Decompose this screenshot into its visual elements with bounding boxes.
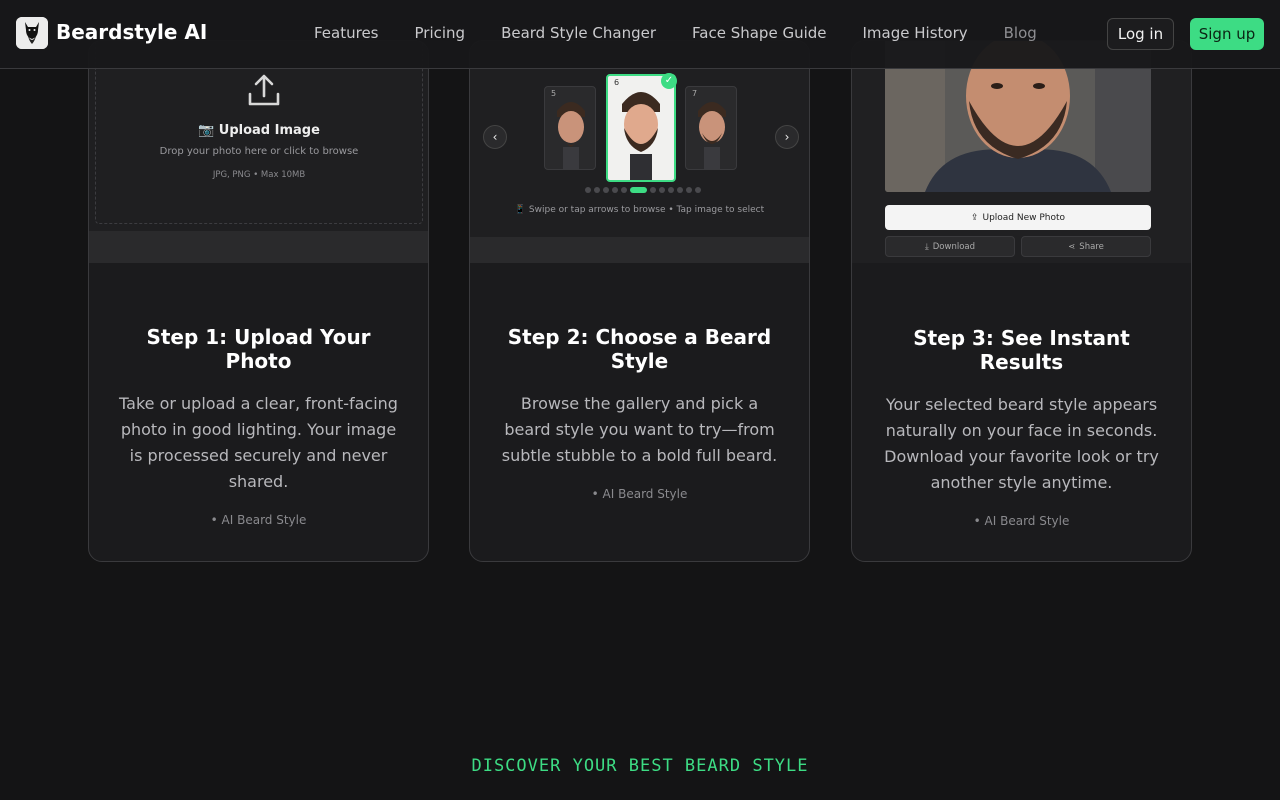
carousel-dot[interactable] (668, 187, 674, 193)
step-2-text: Browse the gallery and pick a beard styl… (501, 394, 778, 465)
carousel-dot[interactable] (686, 187, 692, 193)
step-3-tag: • AI Beard Style (973, 514, 1070, 528)
thumb-number: 6 (614, 78, 620, 87)
carousel-next-icon[interactable]: › (775, 125, 799, 149)
thumb-number: 7 (692, 89, 698, 98)
upload-formats: JPG, PNG • Max 10MB (212, 170, 306, 180)
nav-blog[interactable]: Blog (1004, 24, 1037, 42)
step-3-title: Step 3: See Instant Results (913, 326, 1130, 374)
step-card-upload: 📷 Upload Image Drop your photo here or c… (88, 40, 429, 562)
style-carousel: ‹ 5 6 ✓ 7 › 📱 Swipe or tap arrows to bro… (470, 41, 809, 263)
upload-subtitle: Drop your photo here or click to browse (159, 146, 359, 157)
download-button[interactable]: ⤓ Download (885, 236, 1015, 257)
step-3-body: Step 3: See Instant Results Your selecte… (852, 326, 1191, 528)
login-button[interactable]: Log in (1107, 18, 1174, 50)
beard-face-icon (698, 102, 726, 169)
download-label: Download (932, 241, 976, 252)
brand-name[interactable]: Beardstyle AI (56, 20, 207, 44)
step-2-title: Step 2: Choose a Beard Style (507, 325, 772, 373)
upload-icon: ⇪ (970, 212, 979, 223)
carousel-dot[interactable] (677, 187, 683, 193)
style-thumb-7[interactable]: 7 (685, 86, 737, 170)
share-icon: ⋖ (1068, 241, 1076, 252)
carousel-dot-active[interactable] (630, 187, 647, 193)
beard-face-icon (622, 92, 660, 180)
carousel-prev-icon[interactable]: ‹ (483, 125, 507, 149)
result-preview: ⇪ Upload New Photo ⤓ Download ⋖ Share (852, 41, 1191, 263)
carousel-dot[interactable] (612, 187, 618, 193)
preview-footer (470, 237, 809, 263)
carousel-hint: 📱 Swipe or tap arrows to browse • Tap im… (514, 205, 765, 215)
step-1-body: Step 1: Upload Your Photo Take or upload… (89, 325, 428, 527)
step-1-tag: • AI Beard Style (210, 513, 307, 527)
step-1-title: Step 1: Upload Your Photo (146, 325, 371, 373)
carousel-dot[interactable] (621, 187, 627, 193)
carousel-dot[interactable] (659, 187, 665, 193)
nav-face-shape-guide[interactable]: Face Shape Guide (692, 24, 826, 42)
main-nav: Features Pricing Beard Style Changer Fac… (314, 24, 1037, 42)
signup-button[interactable]: Sign up (1190, 18, 1264, 50)
selected-check-icon: ✓ (661, 73, 677, 89)
site-header: Beardstyle AI Features Pricing Beard Sty… (0, 0, 1280, 69)
carousel-dot[interactable] (603, 187, 609, 193)
nav-beard-style-changer[interactable]: Beard Style Changer (501, 24, 656, 42)
upload-new-label: Upload New Photo (982, 212, 1066, 223)
step-2-body: Step 2: Choose a Beard Style Browse the … (470, 325, 809, 501)
carousel-dots (585, 187, 701, 193)
carousel-dot[interactable] (594, 187, 600, 193)
discover-heading: DISCOVER YOUR BEST BEARD STYLE (471, 756, 809, 776)
download-icon: ⤓ (924, 241, 929, 252)
beard-face-icon (557, 102, 585, 169)
upload-icon (248, 74, 280, 106)
upload-new-photo-button[interactable]: ⇪ Upload New Photo (885, 205, 1151, 230)
step-3-text: Your selected beard style appears natura… (884, 395, 1159, 492)
share-button[interactable]: ⋖ Share (1021, 236, 1151, 257)
nav-image-history[interactable]: Image History (863, 24, 968, 42)
nav-features[interactable]: Features (314, 24, 379, 42)
carousel-dot[interactable] (650, 187, 656, 193)
style-thumb-6-selected[interactable]: 6 (606, 74, 676, 182)
carousel-dot[interactable] (695, 187, 701, 193)
preview-footer (89, 231, 428, 263)
share-label: Share (1079, 241, 1104, 252)
upload-preview: 📷 Upload Image Drop your photo here or c… (89, 41, 428, 263)
carousel-dot[interactable] (585, 187, 591, 193)
step-card-choose: ‹ 5 6 ✓ 7 › 📱 Swipe or tap arrows to bro… (469, 40, 810, 562)
step-1-text: Take or upload a clear, front-facing pho… (119, 394, 398, 491)
logo-icon[interactable] (16, 17, 48, 49)
step-card-results: ⇪ Upload New Photo ⤓ Download ⋖ Share St… (851, 40, 1192, 562)
step-2-tag: • AI Beard Style (591, 487, 688, 501)
upload-title: 📷 Upload Image (198, 123, 320, 138)
style-thumb-5[interactable]: 5 (544, 86, 596, 170)
nav-pricing[interactable]: Pricing (415, 24, 466, 42)
thumb-number: 5 (551, 89, 557, 98)
